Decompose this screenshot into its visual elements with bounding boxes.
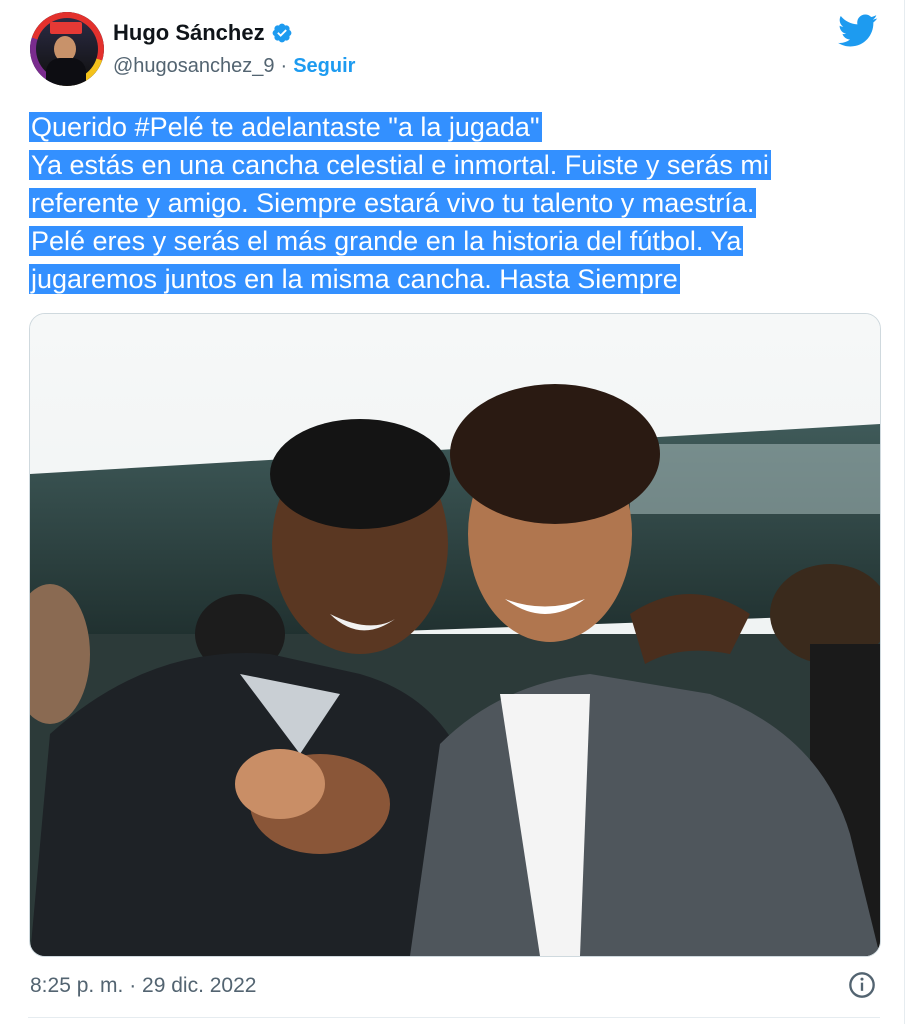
tweet-line: Ya estás en una cancha celestial e inmor… <box>29 150 771 180</box>
user-avatar-icon[interactable] <box>30 12 104 86</box>
tweet-line: Querido #Pelé te adelantaste "a la jugad… <box>29 112 542 142</box>
twitter-bird-icon[interactable] <box>838 14 878 48</box>
tweet-line: referente y amigo. Siempre estará vivo t… <box>29 188 757 218</box>
separator: · <box>280 55 288 77</box>
user-handle[interactable]: @hugosanchez_9 <box>113 55 275 78</box>
photo-illustration <box>30 314 880 956</box>
follow-button[interactable]: Seguir <box>293 55 355 78</box>
tweet-card: Hugo Sánchez @hugosanchez_9 · Seguir Que… <box>0 0 905 1024</box>
info-icon[interactable] <box>848 971 876 999</box>
display-name[interactable]: Hugo Sánchez <box>113 20 265 46</box>
handle-row: @hugosanchez_9 · Seguir <box>113 55 355 78</box>
verified-badge-icon <box>272 23 291 43</box>
tweet-line: jugaremos juntos en la misma cancha. Has… <box>29 264 680 294</box>
author-name-row: Hugo Sánchez <box>113 20 293 46</box>
tweet-timestamp[interactable]: 8:25 p. m. · 29 dic. 2022 <box>30 974 256 998</box>
divider <box>28 1017 880 1018</box>
tweet-line: Pelé eres y serás el más grande en la hi… <box>29 226 744 256</box>
tweet-text: Querido #Pelé te adelantaste "a la jugad… <box>29 108 889 298</box>
tweet-photo[interactable] <box>29 313 881 957</box>
